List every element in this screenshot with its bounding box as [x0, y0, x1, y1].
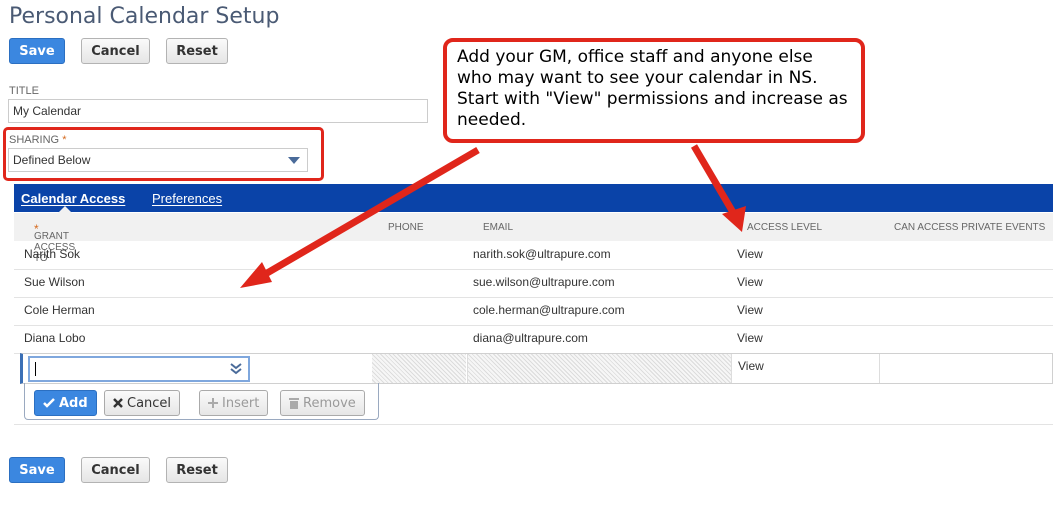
arrow-head-names: [240, 262, 272, 288]
arrow-to-access-level: [690, 144, 738, 216]
annotation-callout: Add your GM, office staff and anyone els…: [443, 38, 865, 143]
arrow-to-names: [260, 146, 480, 280]
